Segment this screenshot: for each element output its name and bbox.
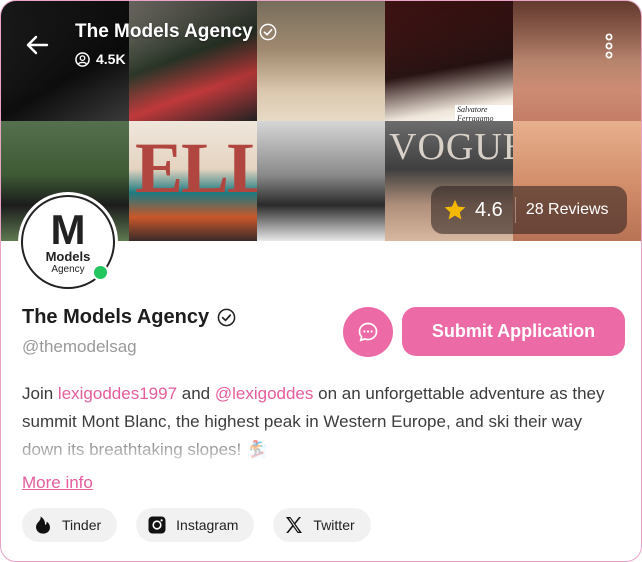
social-label: Instagram — [176, 517, 239, 533]
x-logo-icon — [286, 517, 303, 533]
social-label: Twitter — [313, 517, 355, 533]
rating-divider — [514, 197, 516, 223]
online-status-dot — [92, 264, 109, 281]
chat-bubble-icon — [358, 322, 378, 342]
social-chip-tinder[interactable]: Tinder — [22, 508, 118, 542]
rating-badge[interactable]: 4.6 28 Reviews — [431, 186, 627, 234]
more-info-link[interactable]: More info — [22, 473, 93, 493]
mention-link[interactable]: lexigoddes1997 — [58, 384, 177, 403]
collage-photo — [257, 121, 385, 241]
agency-profile-card: Salvatore Ferragamo ELLE VOGUE The Model… — [0, 0, 642, 562]
mention-link[interactable]: @lexigoddes — [215, 384, 314, 403]
verified-badge-icon — [217, 308, 236, 327]
avatar-monogram: M — [50, 205, 86, 253]
social-label: Tinder — [62, 517, 102, 533]
kebab-menu-icon[interactable] — [599, 33, 619, 59]
verified-badge-icon — [259, 23, 277, 41]
instagram-icon — [148, 516, 166, 534]
arrow-left-icon[interactable] — [23, 31, 51, 59]
followers-count: 4.5K — [75, 51, 126, 67]
star-icon — [444, 199, 466, 220]
agency-name: The Models Agency — [22, 306, 236, 329]
tinder-flame-icon — [36, 516, 50, 534]
followers-value: 4.5K — [96, 51, 126, 67]
agency-handle: @themodelsag — [22, 337, 137, 356]
description: Join lexigoddes1997 and @lexigoddes on a… — [22, 380, 626, 460]
description-middle: and — [177, 384, 215, 403]
elle-logo-text: ELLE — [135, 128, 257, 208]
chat-button[interactable] — [343, 307, 393, 357]
header-title: The Models Agency — [75, 21, 277, 43]
description-fade — [22, 424, 626, 460]
ferragamo-text: Salvatore Ferragamo — [455, 105, 513, 121]
avatar-line1: Models — [45, 248, 91, 264]
user-circle-icon — [75, 51, 90, 67]
social-chip-instagram[interactable]: Instagram — [136, 508, 255, 542]
header-shade — [1, 1, 641, 91]
social-chip-twitter[interactable]: Twitter — [273, 508, 371, 542]
rating-score: 4.6 — [475, 198, 503, 221]
header-title-text: The Models Agency — [75, 21, 253, 42]
submit-application-button[interactable]: Submit Application — [402, 307, 625, 356]
reviews-count: 28 Reviews — [525, 201, 609, 218]
description-prefix: Join — [22, 384, 58, 403]
elle-magazine-photo: ELLE — [129, 121, 257, 241]
agency-name-text: The Models Agency — [22, 306, 210, 328]
avatar-line2: Agency — [51, 263, 85, 275]
social-links: Tinder Instagram Twitter — [22, 508, 371, 542]
vogue-logo-text: VOGUE — [389, 126, 513, 168]
